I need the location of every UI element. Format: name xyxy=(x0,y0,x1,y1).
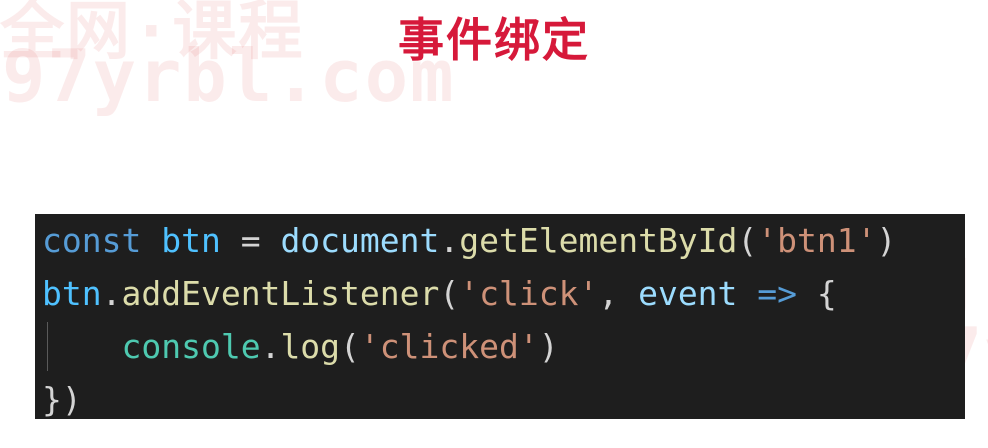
token-string-clicked: 'clicked' xyxy=(359,327,539,366)
code-line-3: console.log('clicked') xyxy=(42,320,965,373)
token-paren-close: ) xyxy=(538,327,559,366)
slide-title: 事件绑定 xyxy=(398,13,590,67)
token-paren-open: ( xyxy=(439,274,460,313)
token-function-getElementById: getElementById xyxy=(459,221,738,260)
token-function-addEventListener: addEventListener xyxy=(121,274,440,313)
token-variable-btn: btn xyxy=(42,274,102,313)
token-object-console: console xyxy=(121,327,261,366)
token-operator-assign: = xyxy=(220,221,281,260)
token-dot: . xyxy=(439,221,460,260)
token-function-log: log xyxy=(280,327,341,366)
token-string-btn1: 'btn1' xyxy=(757,221,877,260)
token-paren-open: ( xyxy=(340,327,360,366)
token-paren-close: ) xyxy=(876,221,897,260)
code-block: const btn = document.getElementById('btn… xyxy=(35,214,965,419)
code-line-2: btn.addEventListener('click', event => { xyxy=(42,267,965,320)
token-paren-open: ( xyxy=(737,221,758,260)
code-line-1: const btn = document.getElementById('btn… xyxy=(42,214,965,267)
token-object-document: document xyxy=(280,221,440,260)
token-keyword-const: const xyxy=(42,221,142,260)
indent-guide xyxy=(47,322,48,371)
token-closing-brace-paren: }) xyxy=(42,380,82,419)
token-dot: . xyxy=(101,274,122,313)
code-line-4: }) xyxy=(42,373,965,426)
token-dot: . xyxy=(260,327,281,366)
token-string-click: 'click' xyxy=(459,274,599,313)
token-variable-btn: btn xyxy=(161,221,221,260)
token-param-event: event xyxy=(638,274,738,313)
token-arrow: => xyxy=(757,274,798,313)
token-comma: , xyxy=(598,274,639,313)
token-brace-open: { xyxy=(816,274,837,313)
